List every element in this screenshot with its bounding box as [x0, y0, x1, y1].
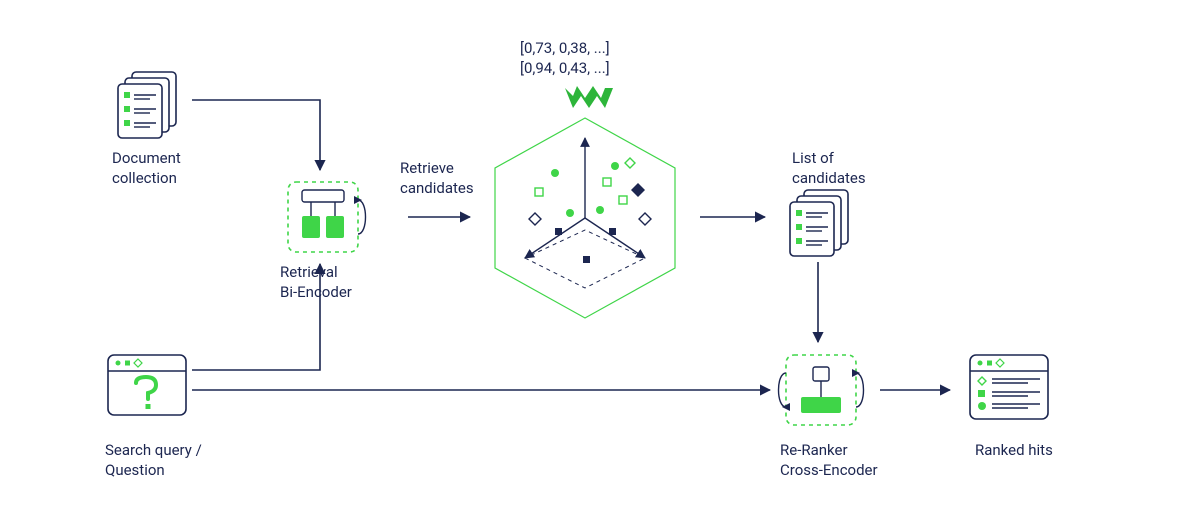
retrieval-bi-encoder-label: Retrieval Bi-Encoder — [280, 262, 352, 303]
retrieval-bi-encoder-icon — [288, 182, 366, 252]
search-query-label: Search query / Question — [105, 440, 202, 481]
ranked-hits-label: Ranked hits — [975, 440, 1053, 460]
document-collection-label: Document collection — [112, 148, 181, 189]
vector-2-label: [0,94, 0,43, ...] — [520, 58, 610, 78]
search-query-window-icon — [108, 355, 186, 415]
candidates-list-icon — [790, 190, 848, 256]
list-of-candidates-label: List of candidates — [792, 148, 866, 189]
ranked-hits-window-icon — [970, 355, 1048, 419]
vector-space-hexagon — [495, 118, 675, 318]
document-collection-icon — [118, 72, 176, 138]
vector-1-label: [0,73, 0,38, ...] — [520, 38, 610, 58]
re-ranker-icon — [779, 355, 864, 425]
logo-w-icon — [565, 86, 613, 108]
arrow-docs-to-encoder — [192, 100, 320, 170]
re-ranker-label: Re-Ranker Cross-Encoder — [780, 440, 878, 481]
retrieve-candidates-label: Retrieve candidates — [400, 158, 474, 199]
